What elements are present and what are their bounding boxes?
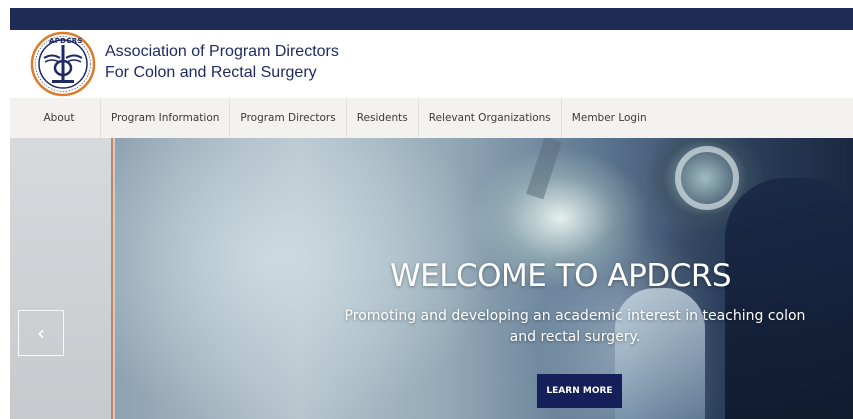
surgical-lamp-arm: [526, 138, 562, 200]
surgical-lamp: [675, 146, 739, 210]
top-bar: [10, 8, 853, 30]
chevron-left-icon: ‹: [37, 321, 45, 345]
main-nav: About Program Information Program Direct…: [10, 98, 853, 138]
nav-item-program-directors[interactable]: Program Directors: [230, 98, 347, 138]
nav-item-program-information[interactable]: Program Information: [101, 98, 231, 138]
site-name-line2: For Colon and Rectal Surgery: [105, 64, 317, 81]
learn-more-button[interactable]: LEARN MORE: [537, 374, 622, 408]
nav-item-residents[interactable]: Residents: [347, 98, 419, 138]
surgeon-figure-dark: [725, 178, 853, 419]
nav-item-about[interactable]: About: [10, 98, 101, 138]
nav-item-member-login[interactable]: Member Login: [562, 98, 657, 138]
hero-title: WELCOME TO APDCRS: [390, 258, 732, 294]
apdcrs-seal-icon[interactable]: APDCRS: [30, 31, 96, 97]
carousel-prev-button[interactable]: ‹: [18, 310, 64, 356]
nav-item-relevant-organizations[interactable]: Relevant Organizations: [419, 98, 562, 138]
site-header: APDCRS Association of Program Directors …: [10, 30, 853, 98]
site-name-line1: Association of Program Directors: [105, 43, 339, 60]
logo-text: APDCRS: [49, 37, 83, 45]
hero-carousel: ‹ WELCOME TO APDCRS Promoting and develo…: [10, 138, 853, 419]
hero-subtitle: Promoting and developing an academic int…: [344, 308, 806, 345]
hero-side-panel: [10, 138, 113, 419]
site-name[interactable]: Association of Program Directors For Col…: [105, 41, 339, 83]
